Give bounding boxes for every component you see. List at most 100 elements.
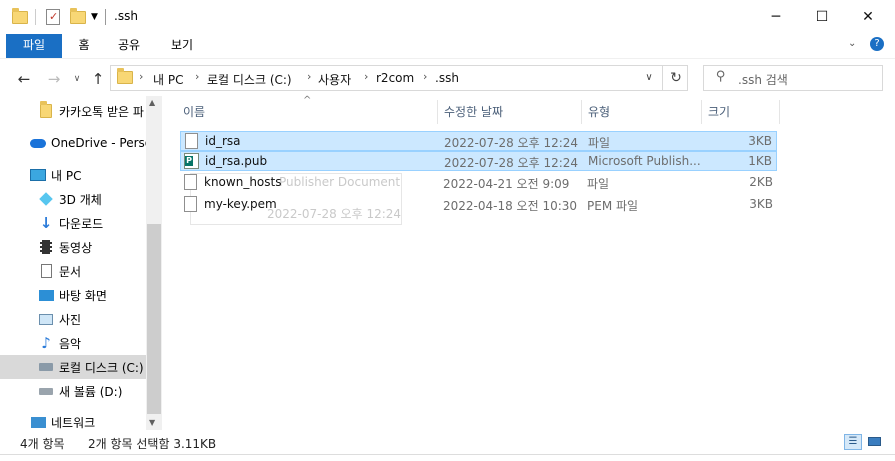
sidebar-item-label: 내 PC bbox=[51, 168, 82, 183]
sidebar-item-new-volume[interactable]: 새 볼륨 (D:) bbox=[0, 379, 146, 403]
scrollbar-thumb[interactable] bbox=[147, 224, 161, 414]
new-folder-icon[interactable] bbox=[70, 7, 86, 26]
sidebar-item-music[interactable]: ♪ 음악 bbox=[0, 331, 146, 355]
sidebar-item-label: 음악 bbox=[59, 336, 82, 351]
sidebar-item-downloads[interactable]: ↓ 다운로드 bbox=[0, 211, 146, 235]
sidebar-item-3d-objects[interactable]: 3D 개체 bbox=[0, 187, 146, 211]
file-size: 3KB bbox=[748, 134, 772, 148]
document-icon bbox=[38, 263, 54, 279]
column-header-type[interactable]: 유형 bbox=[588, 100, 610, 124]
breadcrumb-users[interactable]: 사용자 bbox=[318, 71, 351, 88]
address-bar[interactable]: › 내 PC › 로컬 디스크 (C:) › 사용자 › r2com › .ss… bbox=[110, 65, 688, 91]
address-history-chevron-icon[interactable]: ∨ bbox=[637, 66, 661, 90]
desktop-icon bbox=[38, 287, 54, 303]
refresh-icon[interactable]: ↻ bbox=[665, 66, 687, 90]
sidebar-item-this-pc[interactable]: 내 PC bbox=[0, 163, 146, 187]
breadcrumb-separator-icon[interactable]: › bbox=[423, 70, 427, 83]
sidebar-item-label: 바탕 화면 bbox=[59, 288, 107, 303]
file-modified: 2022-07-28 오후 12:24 bbox=[444, 156, 579, 170]
maximize-button[interactable]: ☐ bbox=[799, 0, 845, 34]
tab-file[interactable]: 파일 bbox=[6, 34, 62, 58]
computer-icon bbox=[30, 167, 46, 183]
3d-objects-icon bbox=[38, 191, 54, 207]
scroll-down-icon[interactable]: ▼ bbox=[149, 418, 155, 427]
sort-ascending-icon: ^ bbox=[303, 95, 312, 106]
customize-toolbar-chevron-icon[interactable]: ▼ bbox=[91, 8, 98, 26]
file-icon bbox=[184, 174, 197, 190]
breadcrumb-local-disk[interactable]: 로컬 디스크 (C:) bbox=[207, 71, 292, 88]
breadcrumb-ssh[interactable]: .ssh bbox=[435, 71, 459, 85]
sidebar-item-documents[interactable]: 문서 bbox=[0, 259, 146, 283]
pictures-icon bbox=[38, 311, 54, 327]
file-name: id_rsa bbox=[205, 134, 241, 148]
file-row-id-rsa-pub[interactable]: id_rsa.pub 2022-07-28 오후 12:24 Microsoft… bbox=[180, 151, 777, 171]
file-name: my-key.pem bbox=[204, 197, 277, 211]
recent-locations-chevron-icon[interactable]: ∨ bbox=[67, 69, 87, 89]
sidebar-item-kakaotalk[interactable]: 카카오톡 받은 파 bbox=[0, 99, 146, 123]
expand-ribbon-chevron-icon[interactable]: ⌄ bbox=[848, 38, 856, 49]
file-modified: 2022-04-18 오전 10:30 bbox=[443, 199, 578, 213]
help-icon[interactable]: ? bbox=[870, 37, 884, 51]
sidebar-item-pictures[interactable]: 사진 bbox=[0, 307, 146, 331]
folder-icon bbox=[38, 101, 54, 119]
breadcrumb-separator-icon[interactable]: › bbox=[139, 70, 143, 83]
tab-share[interactable]: 공유 bbox=[110, 34, 148, 58]
music-icon: ♪ bbox=[41, 334, 51, 352]
sidebar-item-label: 카카오톡 받은 파 bbox=[59, 104, 144, 119]
up-arrow-icon[interactable]: ↑ bbox=[88, 69, 108, 89]
breadcrumb-this-pc[interactable]: 내 PC bbox=[153, 71, 183, 88]
tab-home[interactable]: 홈 bbox=[70, 34, 98, 58]
close-button[interactable]: ✕ bbox=[845, 0, 891, 34]
sidebar-item-label: 문서 bbox=[59, 264, 82, 279]
column-header-size[interactable]: 크기 bbox=[708, 100, 730, 124]
file-type: PEM 파일 bbox=[587, 199, 639, 213]
sidebar-item-local-disk[interactable]: 로컬 디스크 (C:) bbox=[0, 355, 146, 379]
file-icon bbox=[184, 196, 197, 212]
file-size: 3KB bbox=[749, 197, 773, 211]
sidebar-item-videos[interactable]: 동영상 bbox=[0, 235, 146, 259]
breadcrumb-separator-icon[interactable]: › bbox=[364, 70, 368, 83]
download-icon: ↓ bbox=[39, 214, 53, 232]
sidebar-item-onedrive[interactable]: OneDrive - Person bbox=[0, 131, 146, 155]
ribbon-tabs: 파일 홈 공유 보기 ⌄ ? bbox=[0, 34, 895, 59]
window-title: .ssh bbox=[114, 9, 138, 23]
large-icons-view-icon[interactable] bbox=[866, 434, 884, 450]
file-modified: 2022-04-21 오전 9:09 bbox=[443, 177, 570, 191]
sidebar-item-desktop[interactable]: 바탕 화면 bbox=[0, 283, 146, 307]
file-name: known_hosts bbox=[204, 175, 282, 189]
minimize-button[interactable]: ─ bbox=[753, 0, 799, 34]
sidebar-item-label: OneDrive - Person bbox=[51, 136, 146, 150]
file-type: 파일 bbox=[588, 136, 611, 150]
breadcrumb-r2com[interactable]: r2com bbox=[376, 71, 414, 85]
scroll-up-icon[interactable]: ▲ bbox=[149, 98, 155, 107]
file-name: id_rsa.pub bbox=[205, 154, 268, 168]
sidebar-item-label: 네트워크 bbox=[51, 415, 96, 430]
file-row-known-hosts[interactable]: known_hosts 2022-04-21 오전 9:09 파일 2KB bbox=[180, 173, 777, 193]
file-row-id-rsa[interactable]: id_rsa 2022-07-28 오후 12:24 파일 3KB bbox=[180, 131, 777, 151]
drive-icon bbox=[38, 383, 54, 399]
forward-arrow-icon[interactable]: → bbox=[44, 69, 64, 89]
details-view-icon[interactable]: ☰ bbox=[844, 434, 862, 450]
back-arrow-icon[interactable]: ← bbox=[14, 69, 34, 89]
column-header-name[interactable]: 이름 bbox=[183, 100, 205, 124]
breadcrumb-separator-icon[interactable]: › bbox=[307, 70, 311, 83]
file-row-my-key-pem[interactable]: my-key.pem 2022-04-18 오전 10:30 PEM 파일 3K… bbox=[180, 195, 777, 215]
sidebar-item-label: 다운로드 bbox=[59, 216, 104, 231]
search-box[interactable]: ⚲ .ssh 검색 bbox=[703, 65, 883, 91]
title-bar: ✓ ▼ .ssh ─ ☐ ✕ bbox=[0, 0, 895, 34]
video-icon bbox=[38, 239, 54, 255]
properties-icon[interactable]: ✓ bbox=[46, 8, 60, 26]
column-header-modified[interactable]: 수정한 날짜 bbox=[444, 100, 503, 124]
sidebar-scrollbar[interactable]: ▲ ▼ bbox=[146, 96, 162, 430]
search-icon: ⚲ bbox=[716, 69, 726, 84]
address-folder-icon bbox=[117, 68, 133, 84]
network-icon bbox=[30, 414, 46, 430]
local-disk-icon bbox=[38, 359, 54, 375]
file-icon bbox=[185, 133, 198, 149]
breadcrumb-separator-icon[interactable]: › bbox=[195, 70, 199, 83]
quick-access-folder-icon[interactable] bbox=[12, 7, 28, 26]
sidebar-item-label: 동영상 bbox=[59, 240, 93, 255]
tab-view[interactable]: 보기 bbox=[160, 34, 204, 58]
cloud-icon bbox=[30, 135, 46, 151]
sidebar-item-label: 새 볼륨 (D:) bbox=[59, 384, 123, 399]
